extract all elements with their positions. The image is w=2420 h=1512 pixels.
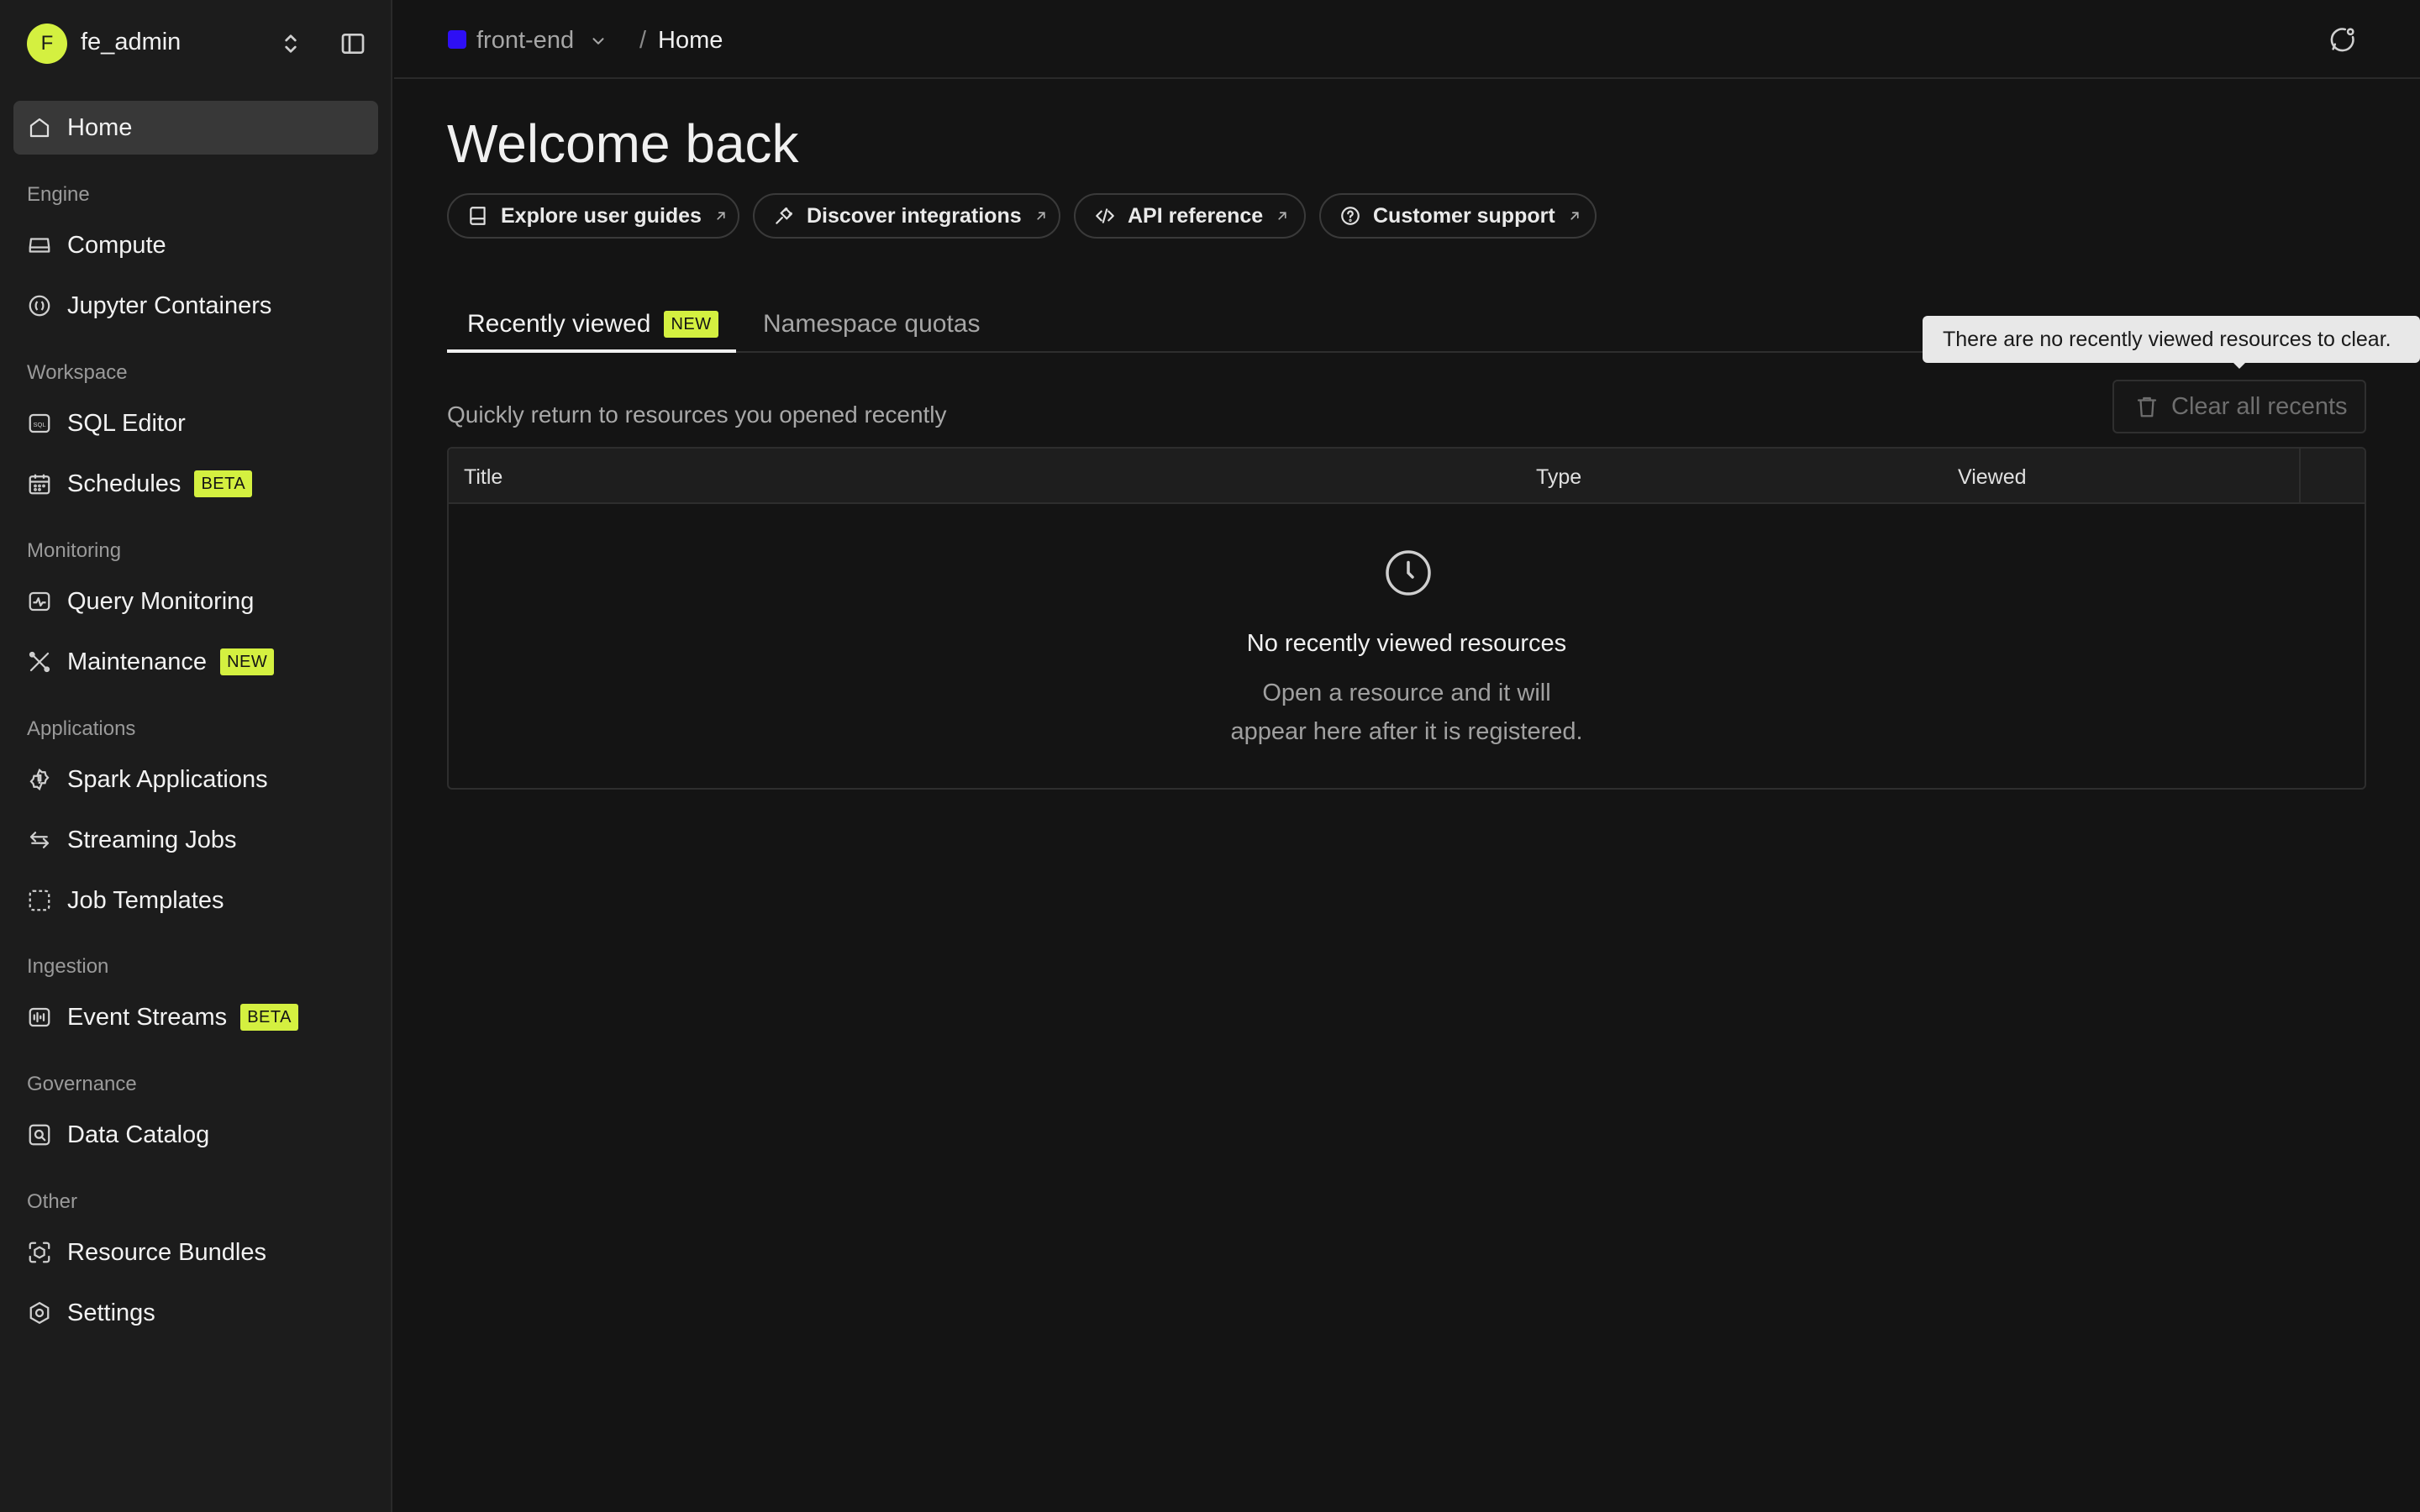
sidebar-item-label: Query Monitoring — [67, 587, 255, 615]
external-link-icon — [1567, 208, 1582, 223]
sidebar-item-job-templates[interactable]: Job Templates — [13, 874, 378, 927]
sidebar-item-query-monitoring[interactable]: Query Monitoring — [13, 575, 378, 628]
sidebar-item-home[interactable]: Home — [13, 101, 378, 155]
section-label-workspace: Workspace — [27, 361, 128, 384]
book-icon — [467, 205, 489, 227]
tooltip-arrow — [2232, 361, 2247, 369]
dashed-square-icon — [27, 888, 52, 913]
chevron-down-icon[interactable] — [589, 32, 608, 50]
sidebar-item-label: Data Catalog — [67, 1121, 210, 1148]
sidebar-item-label: Home — [67, 113, 133, 141]
sidebar-item-label: Schedules — [67, 470, 182, 497]
account-switcher[interactable]: F fe_admin — [0, 0, 392, 87]
active-tab-indicator — [447, 349, 736, 353]
avatar: F — [27, 24, 67, 64]
section-label-other: Other — [27, 1190, 78, 1213]
sidebar-item-resource-bundles[interactable]: Resource Bundles — [13, 1226, 378, 1279]
sidebar-item-spark-applications[interactable]: Spark Applications — [13, 753, 378, 806]
server-icon — [27, 233, 52, 258]
section-label-governance: Governance — [27, 1073, 137, 1095]
breadcrumb-current: Home — [658, 27, 723, 54]
sidebar-item-label: Jupyter Containers — [67, 291, 272, 319]
chevron-up-down-icon[interactable] — [277, 30, 304, 57]
table-header: Title Type Viewed — [449, 449, 2365, 504]
external-link-icon — [713, 208, 729, 223]
bundle-icon — [27, 1240, 52, 1265]
sidebar-item-streaming-jobs[interactable]: Streaming Jobs — [13, 813, 378, 867]
svg-text:SQL: SQL — [33, 421, 45, 428]
sidebar-item-label: Event Streams — [67, 1003, 228, 1031]
plug-icon — [773, 205, 795, 227]
column-header-type[interactable]: Type — [1536, 465, 1581, 490]
external-link-icon — [1034, 208, 1049, 223]
sidebar-item-label: SQL Editor — [67, 409, 186, 437]
help-circle-icon — [1339, 205, 1361, 227]
gear-icon — [27, 1300, 52, 1326]
beta-badge: BETA — [240, 1004, 298, 1031]
top-bar: front-end / Home — [394, 0, 2420, 79]
sidebar-item-schedules[interactable]: Schedules BETA — [13, 457, 378, 511]
sidebar-item-sql-editor[interactable]: SQL SQL Editor — [13, 396, 378, 450]
sidebar-item-maintenance[interactable]: Maintenance NEW — [13, 635, 378, 689]
breadcrumb-separator: / — [639, 27, 647, 54]
swap-arrows-icon — [27, 827, 52, 853]
section-label-monitoring: Monitoring — [27, 539, 122, 562]
sidebar-item-label: Streaming Jobs — [67, 826, 237, 853]
sidebar-item-data-catalog[interactable]: Data Catalog — [13, 1108, 378, 1162]
sidebar-item-label: Maintenance — [67, 648, 208, 675]
clear-all-recents-button[interactable]: Clear all recents — [2112, 380, 2366, 433]
column-divider — [2299, 449, 2301, 504]
page-title: Welcome back — [447, 113, 799, 174]
account-name: fe_admin — [81, 29, 182, 55]
empty-state-description: Open a resource and it will appear here … — [1230, 680, 1583, 745]
api-reference-link[interactable]: API reference — [1074, 193, 1306, 239]
waveform-icon — [27, 1005, 52, 1030]
home-icon — [27, 115, 52, 140]
new-badge: NEW — [664, 311, 718, 338]
project-color-swatch — [448, 30, 466, 49]
sidebar-item-label: Job Templates — [67, 886, 224, 914]
recent-resources-table: Title Type Viewed No recently viewed res… — [447, 447, 2366, 790]
activity-icon — [27, 589, 52, 614]
tab-namespace-quotas[interactable]: Namespace quotas — [763, 296, 981, 353]
customer-support-link[interactable]: Customer support — [1319, 193, 1597, 239]
section-subtitle: Quickly return to resources you opened r… — [447, 402, 947, 428]
external-link-icon — [1275, 208, 1290, 223]
sidebar: F fe_admin Home Engine Compute Jupyter C… — [0, 0, 392, 1512]
column-header-title[interactable]: Title — [464, 465, 502, 490]
empty-state-title: No recently viewed resources — [1246, 630, 1567, 657]
sidebar-item-label: Compute — [67, 231, 166, 259]
jupyter-icon — [27, 293, 52, 318]
sql-icon: SQL — [27, 411, 52, 436]
beta-badge: BETA — [194, 470, 253, 497]
column-header-viewed[interactable]: Viewed — [1958, 465, 2027, 490]
code-icon — [1094, 205, 1116, 227]
sidebar-item-label: Settings — [67, 1299, 155, 1326]
tooltip: There are no recently viewed resources t… — [1923, 316, 2420, 363]
section-label-applications: Applications — [27, 717, 136, 740]
trash-icon — [2134, 394, 2160, 419]
section-label-engine: Engine — [27, 183, 90, 206]
sidebar-item-event-streams[interactable]: Event Streams BETA — [13, 990, 378, 1044]
sidebar-item-jupyter-containers[interactable]: Jupyter Containers — [13, 279, 378, 333]
sidebar-item-compute[interactable]: Compute — [13, 218, 378, 272]
clock-icon — [1383, 548, 1434, 598]
project-selector[interactable]: front-end — [476, 27, 574, 55]
sidebar-item-settings[interactable]: Settings — [13, 1286, 378, 1340]
discover-integrations-link[interactable]: Discover integrations — [753, 193, 1060, 239]
new-badge: NEW — [220, 648, 275, 675]
sidebar-toggle-icon[interactable] — [339, 30, 366, 57]
tab-recently-viewed[interactable]: Recently viewed NEW — [467, 296, 718, 353]
section-label-ingestion: Ingestion — [27, 955, 109, 978]
sidebar-item-label: Spark Applications — [67, 765, 268, 793]
calendar-icon — [27, 471, 52, 496]
explore-user-guides-link[interactable]: Explore user guides — [447, 193, 739, 239]
feedback-icon[interactable] — [2328, 25, 2357, 54]
catalog-search-icon — [27, 1122, 52, 1147]
tools-icon — [27, 649, 52, 675]
spark-icon — [27, 767, 52, 792]
sidebar-item-label: Resource Bundles — [67, 1238, 266, 1266]
